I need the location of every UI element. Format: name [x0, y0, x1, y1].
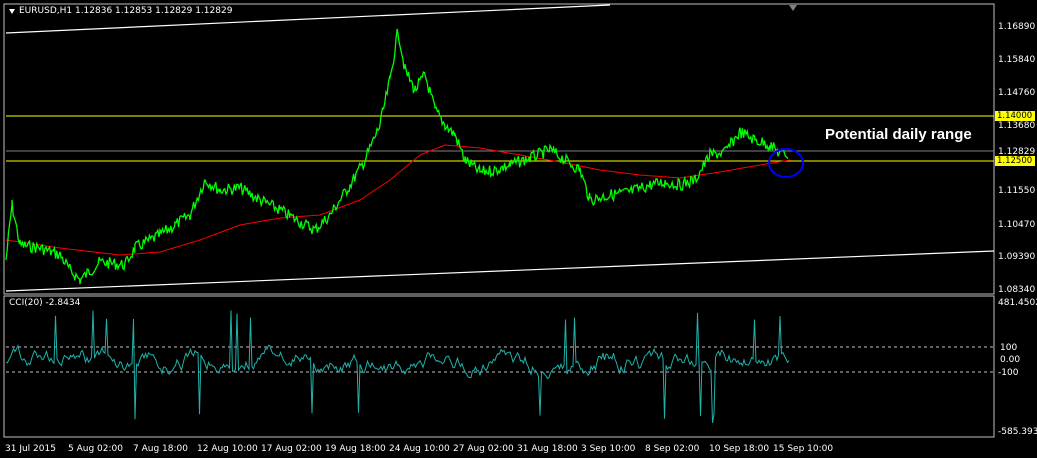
price-label: 1.13680	[998, 121, 1035, 131]
collapse-triangle-icon[interactable]	[9, 9, 15, 14]
time-label: 10 Sep 18:00	[709, 444, 769, 454]
price-label: 1.10470	[998, 220, 1035, 230]
price-label: 1.09390	[998, 252, 1035, 262]
level-badge-lower[interactable]: 1.12500	[995, 156, 1035, 166]
cci-label-max: 481.4502	[998, 298, 1037, 308]
time-label: 12 Aug 10:00	[197, 444, 258, 454]
cci-axis: 481.4502 100 0.00 -100 -585.3938	[998, 298, 1037, 437]
time-label: 17 Aug 02:00	[261, 444, 322, 454]
price-label: 1.14760	[998, 88, 1035, 98]
level-badge-upper[interactable]: 1.14000	[995, 111, 1035, 121]
price-label: 1.16890	[998, 22, 1035, 32]
cci-label-min: -585.3938	[998, 427, 1037, 437]
symbol-header: EURUSD,H1 1.12836 1.12853 1.12829 1.1282…	[19, 6, 233, 16]
time-label: 24 Aug 10:00	[389, 444, 450, 454]
indicator-plot-frame	[3, 295, 995, 438]
time-label: 27 Aug 02:00	[453, 444, 514, 454]
channel-lower-line[interactable]	[5, 250, 995, 292]
time-label: 15 Sep 10:00	[773, 444, 833, 454]
time-label: 31 Aug 18:00	[517, 444, 578, 454]
time-label: 8 Sep 02:00	[645, 444, 700, 454]
time-label: 19 Aug 18:00	[325, 444, 386, 454]
shift-marker-icon[interactable]	[789, 5, 797, 11]
main-plot-frame	[3, 3, 995, 295]
price-line[interactable]	[5, 28, 789, 285]
cci-label-100: 100	[1000, 343, 1017, 353]
cci-header: CCI(20) -2.8434	[9, 298, 81, 308]
time-label: 31 Jul 2015	[5, 444, 56, 454]
time-axis: 31 Jul 2015 5 Aug 02:00 7 Aug 18:00 12 A…	[5, 444, 833, 454]
time-label: 5 Aug 02:00	[68, 444, 123, 454]
price-label: 1.11550	[998, 186, 1035, 196]
chart-canvas[interactable]: 1.16890 1.15840 1.14760 1.13680 1.12829 …	[0, 0, 1037, 458]
price-label: 1.15840	[998, 55, 1035, 65]
cci-label-zero: 0.00	[1000, 355, 1020, 365]
time-label: 3 Sep 10:00	[581, 444, 636, 454]
potential-range-annotation[interactable]: Potential daily range	[825, 126, 972, 143]
cci-label-minus-100: -100	[998, 368, 1019, 378]
time-label: 7 Aug 18:00	[133, 444, 188, 454]
cci-line[interactable]	[6, 310, 790, 423]
price-label: 1.08340	[998, 285, 1035, 295]
chart-window[interactable]: 1.16890 1.15840 1.14760 1.13680 1.12829 …	[0, 0, 1037, 458]
